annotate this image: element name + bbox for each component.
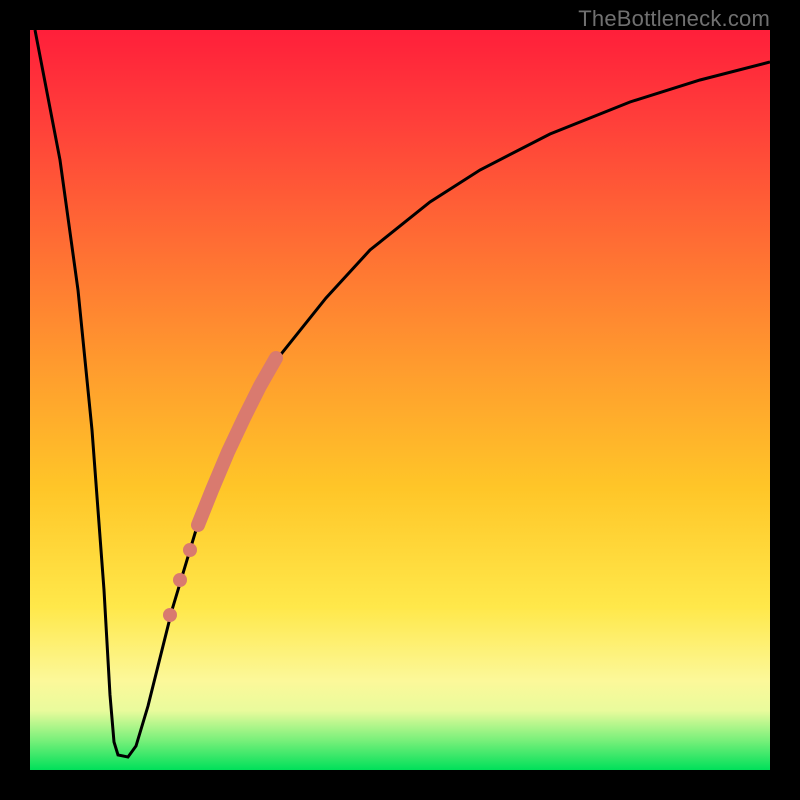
curve-layer: [30, 30, 770, 770]
plot-area: [30, 30, 770, 770]
annotation-dot: [183, 543, 197, 557]
annotation-dot: [163, 608, 177, 622]
annotation-dot: [173, 573, 187, 587]
highlighted-segment: [198, 358, 276, 525]
attribution-watermark: TheBottleneck.com: [578, 6, 770, 32]
chart-frame: TheBottleneck.com: [0, 0, 800, 800]
bottleneck-curve: [35, 30, 770, 757]
